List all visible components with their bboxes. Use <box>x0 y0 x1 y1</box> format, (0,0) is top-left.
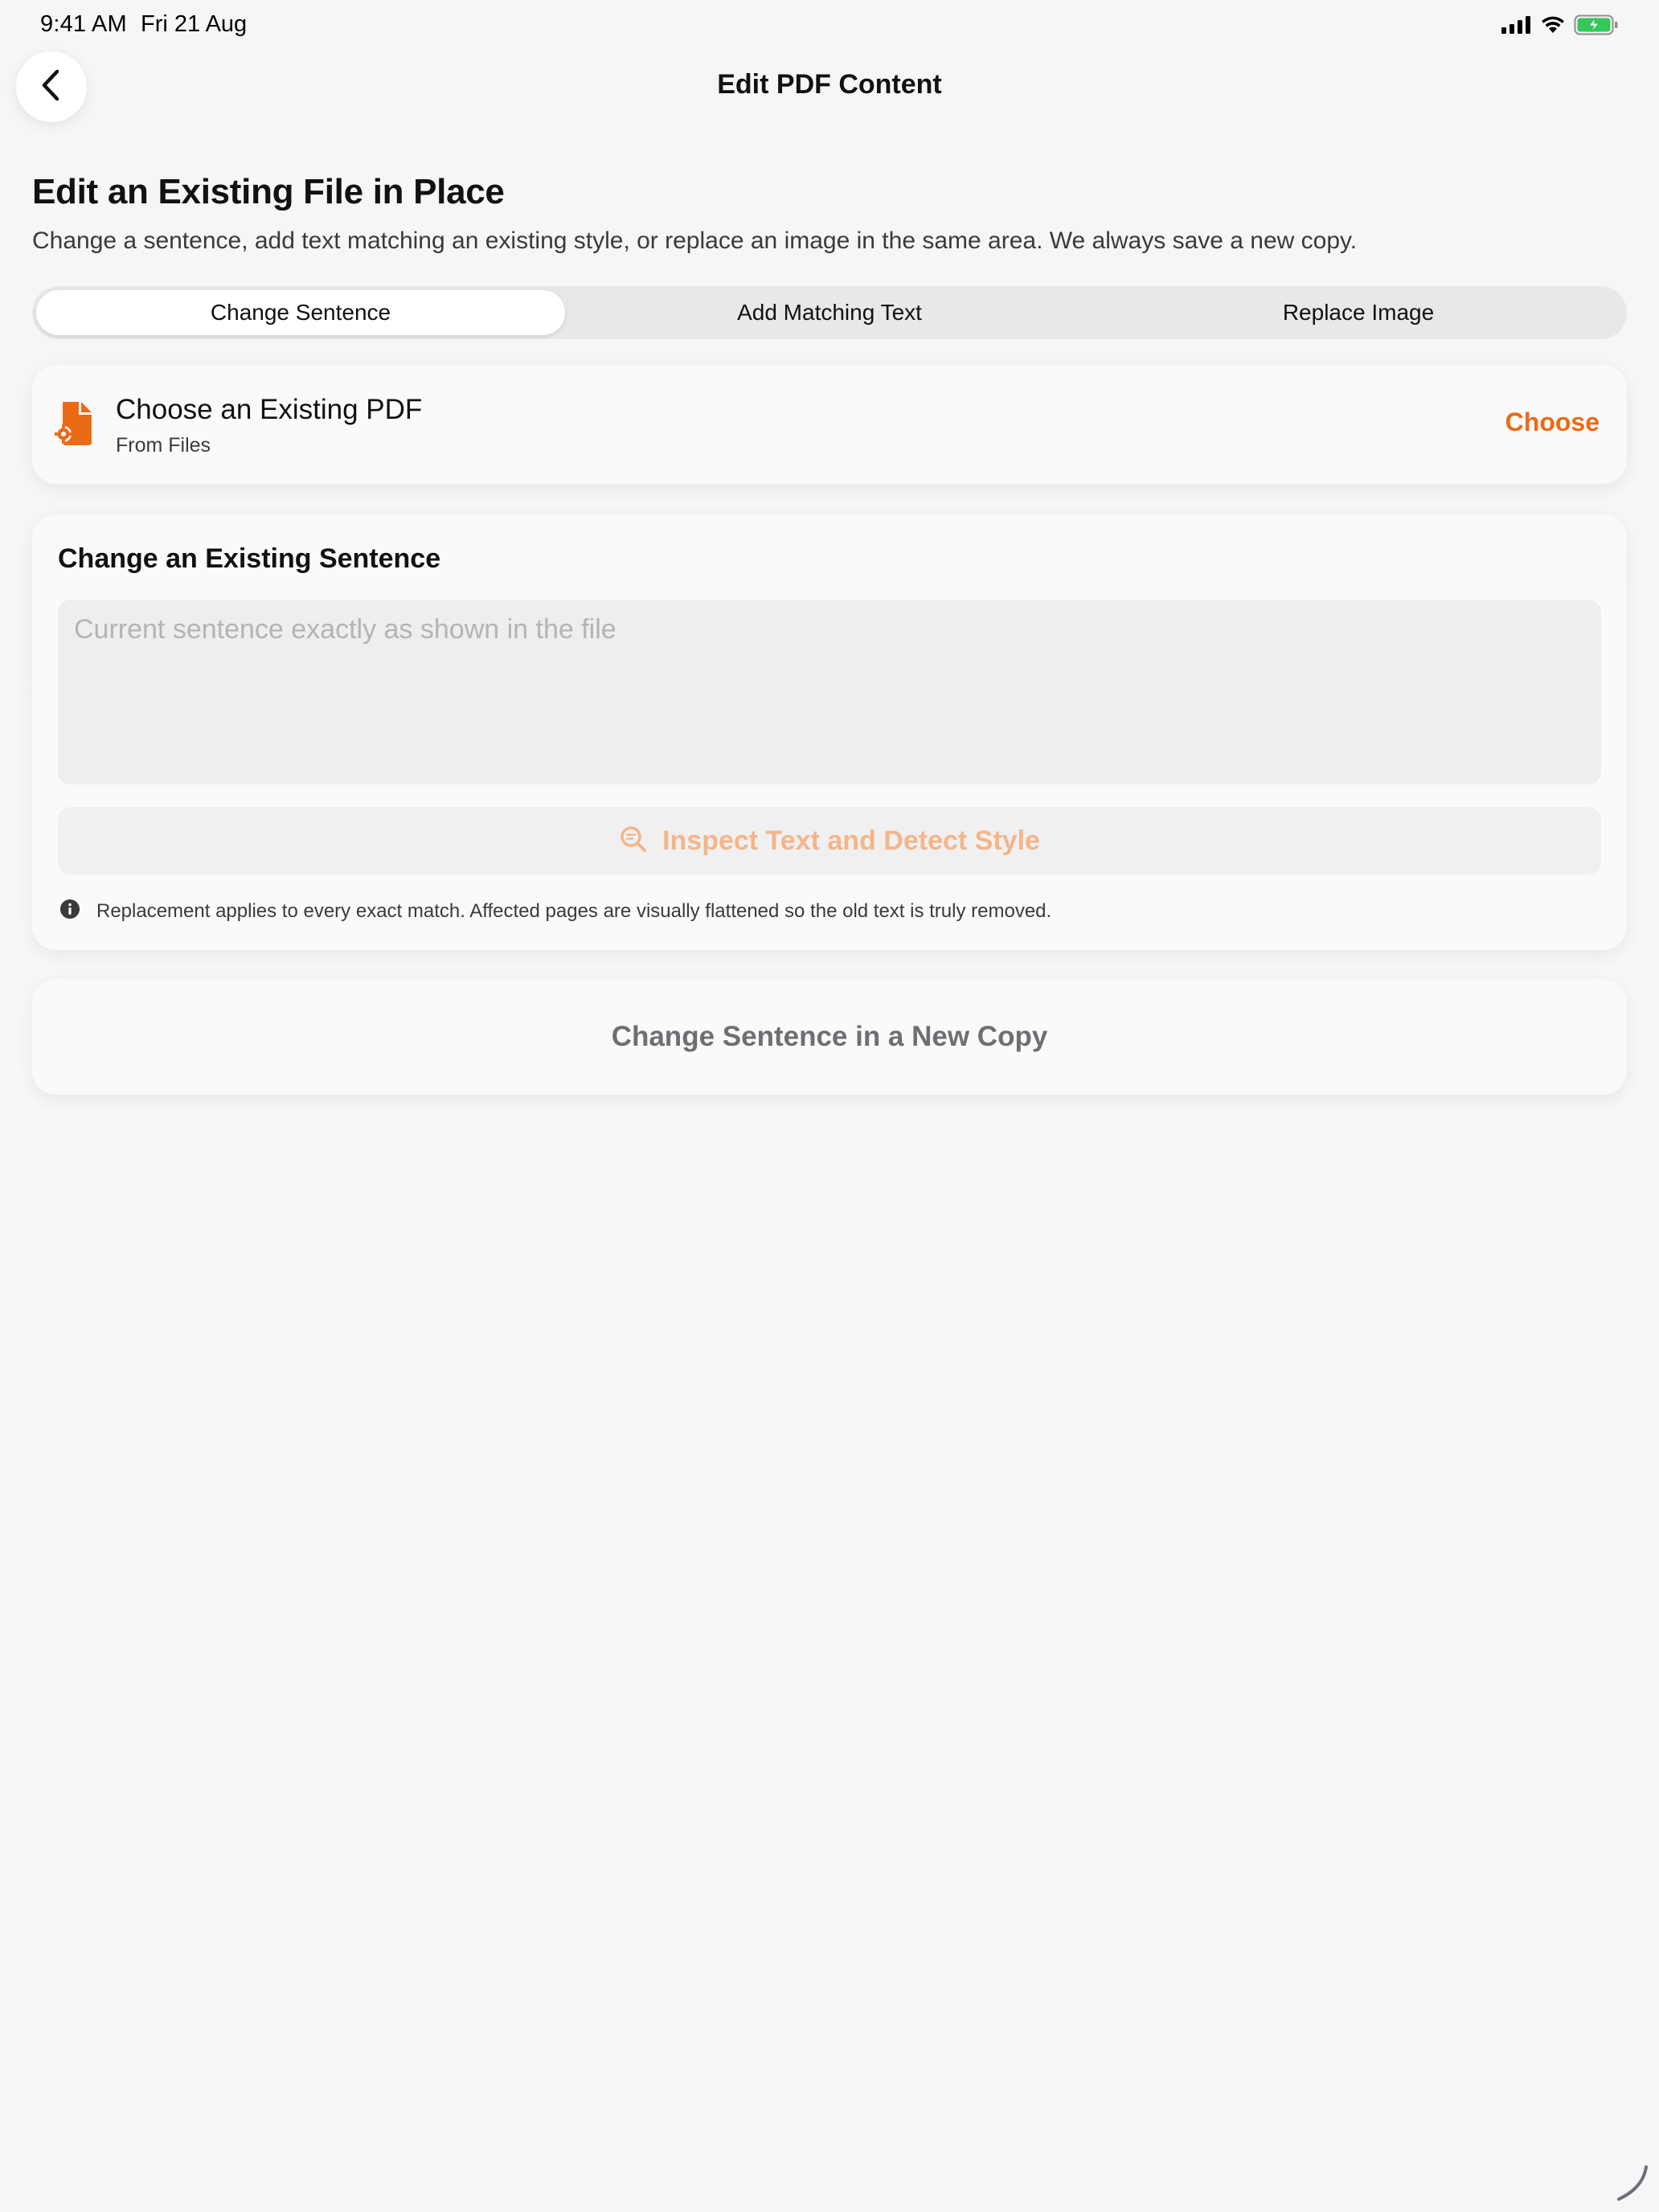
inspect-text-label: Inspect Text and Detect Style <box>662 825 1040 856</box>
section-title: Change an Existing Sentence <box>58 543 441 574</box>
status-icons <box>1501 14 1619 39</box>
status-date: Fri 21 Aug <box>141 11 248 37</box>
action-label: Change Sentence in a New Copy <box>611 1021 1048 1052</box>
page-subtitle: Change a sentence, add text matching an … <box>32 227 1358 254</box>
tab-add-matching-text[interactable]: Add Matching Text <box>565 290 1094 335</box>
tab-change-sentence[interactable]: Change Sentence <box>36 290 565 335</box>
info-note: Replacement applies to every exact match… <box>59 899 1051 924</box>
battery-charging-icon <box>1574 14 1619 39</box>
tab-replace-image[interactable]: Replace Image <box>1094 290 1623 335</box>
info-text: Replacement applies to every exact match… <box>96 899 1052 922</box>
document-gear-icon <box>54 400 96 449</box>
status-bar: 9:41 AM Fri 21 Aug <box>0 0 1659 51</box>
file-picker-title: Choose an Existing PDF <box>116 394 423 425</box>
file-picker-card[interactable]: Choose an Existing PDF From Files Choose <box>32 365 1627 484</box>
mode-segmented-control: Change Sentence Add Matching Text Replac… <box>32 286 1627 339</box>
magnifying-glass-text-icon <box>619 825 648 858</box>
nav-title: Edit PDF Content <box>717 69 942 100</box>
file-picker-subtitle: From Files <box>116 434 211 457</box>
info-circle-icon <box>59 899 80 924</box>
change-sentence-card: Change an Existing Sentence Current sent… <box>32 514 1627 950</box>
change-sentence-action-button[interactable]: Change Sentence in a New Copy <box>32 979 1627 1095</box>
choose-button[interactable]: Choose <box>1505 408 1600 437</box>
page-title: Edit an Existing File in Place <box>32 172 505 211</box>
inspect-text-button[interactable]: Inspect Text and Detect Style <box>58 807 1601 875</box>
resize-corner-icon <box>1608 2161 1653 2206</box>
cellular-signal-icon <box>1501 16 1532 38</box>
wifi-icon <box>1540 15 1566 39</box>
status-time: 9:41 AM <box>40 11 127 37</box>
current-sentence-input[interactable]: Current sentence exactly as shown in the… <box>58 600 1601 784</box>
